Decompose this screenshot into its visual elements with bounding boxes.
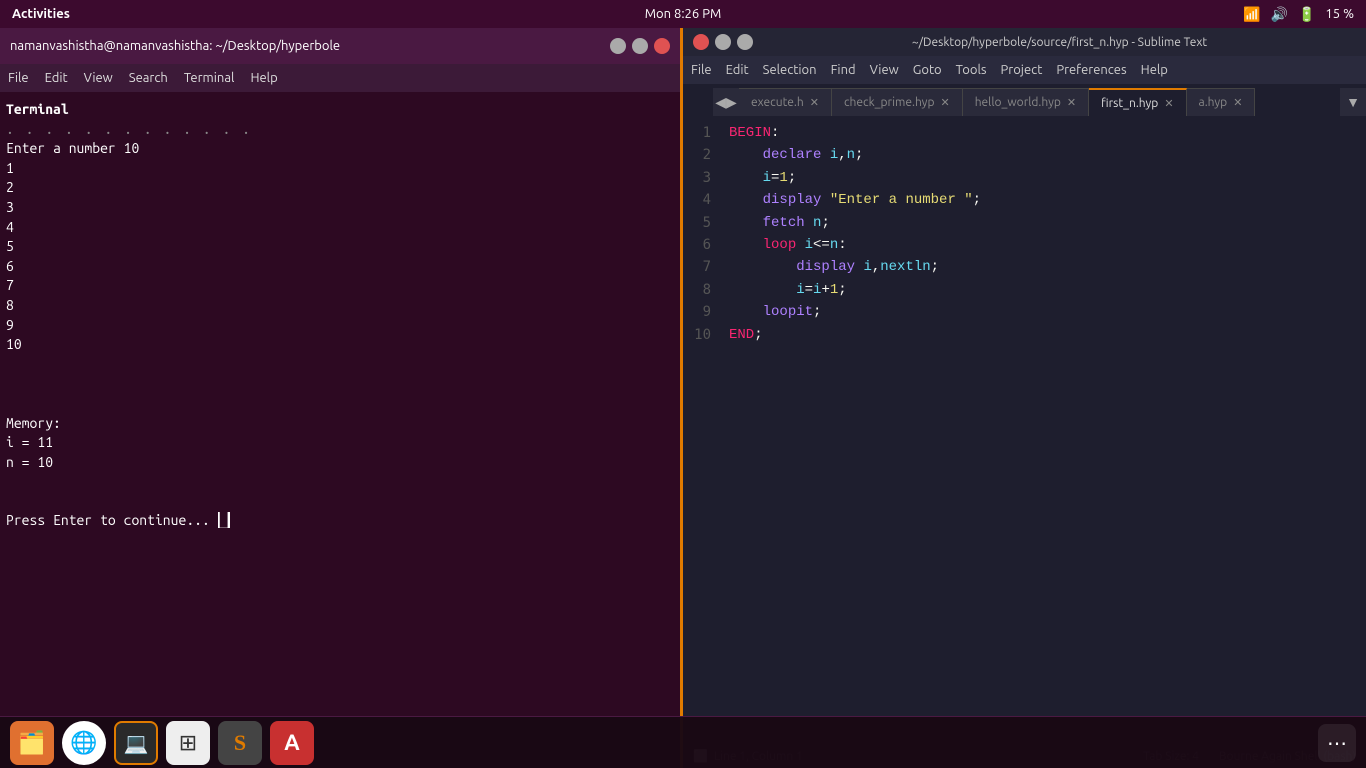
sublime-menu-selection[interactable]: Selection (763, 63, 817, 77)
code-line-1: BEGIN: (729, 122, 1356, 144)
terminal-press-enter: Press Enter to continue... █ (6, 511, 674, 531)
tab-a-hyp[interactable]: a.hyp ✕ (1187, 88, 1256, 116)
tab-close-execute-h[interactable]: ✕ (810, 96, 819, 109)
battery-label: 15 % (1325, 7, 1354, 21)
code-line-9: loopit; (729, 301, 1356, 323)
terminal-output-line-3: 3 (6, 198, 674, 218)
terminal-dotted-line: . . . . . . . . . . . . . (6, 120, 674, 140)
code-line-4: display "Enter a number "; (729, 189, 1356, 211)
taskbar-app-mosaic[interactable]: ⊞ (166, 721, 210, 765)
terminal-memory-i: i = 11 (6, 433, 674, 453)
sublime-menu-tools[interactable]: Tools (956, 63, 987, 77)
terminal-output-line-7: 7 (6, 276, 674, 296)
system-clock: Mon 8:26 PM (645, 7, 722, 21)
sublime-window: ~/Desktop/hyperbole/source/first_n.hyp -… (683, 28, 1366, 768)
sublime-menu-find[interactable]: Find (831, 63, 856, 77)
sublime-min-button[interactable] (715, 34, 731, 50)
sublime-editor: 1 2 3 4 5 6 7 8 9 10 BEGIN: declare i,n;… (683, 116, 1366, 744)
taskbar-grid-button[interactable]: ⋯ (1318, 724, 1356, 762)
activities-button[interactable]: Activities (12, 7, 70, 21)
tab-close-check-prime[interactable]: ✕ (940, 96, 949, 109)
tab-execute-h[interactable]: execute.h ✕ (739, 88, 832, 116)
tab-check-prime[interactable]: check_prime.hyp ✕ (832, 88, 963, 116)
terminal-output-line-5: 5 (6, 237, 674, 257)
code-line-6: loop i<=n: (729, 234, 1356, 256)
terminal-menubar: File Edit View Search Terminal Help (0, 64, 680, 92)
line-numbers: 1 2 3 4 5 6 7 8 9 10 (683, 116, 719, 744)
sublime-title-bar: ~/Desktop/hyperbole/source/first_n.hyp -… (683, 28, 1366, 56)
terminal-title-bar: namanvashistha@namanvashistha: ~/Desktop… (0, 28, 680, 64)
sublime-menu-project[interactable]: Project (1001, 63, 1043, 77)
sublime-title-text: ~/Desktop/hyperbole/source/first_n.hyp -… (763, 36, 1356, 49)
tab-close-a-hyp[interactable]: ✕ (1233, 96, 1242, 109)
code-line-5: fetch n; (729, 212, 1356, 234)
tab-scroll-right[interactable]: ▼ (1340, 88, 1366, 116)
code-area[interactable]: BEGIN: declare i,n; i=1; display "Enter … (719, 116, 1366, 744)
terminal-menu-search[interactable]: Search (129, 71, 168, 85)
terminal-menu-file[interactable]: File (8, 71, 29, 85)
wifi-icon: 📶 (1243, 6, 1260, 23)
terminal-output-line-0: Enter a number 10 (6, 139, 674, 159)
tab-scroll-left[interactable]: ◀▶ (713, 88, 739, 116)
maximize-button[interactable] (632, 38, 648, 54)
terminal-output-line-4: 4 (6, 218, 674, 238)
terminal-output-line-1: 1 (6, 159, 674, 179)
minimize-button[interactable] (610, 38, 626, 54)
terminal-output-line-9: 9 (6, 316, 674, 336)
sublime-max-button[interactable] (737, 34, 753, 50)
terminal-output-line-2: 2 (6, 178, 674, 198)
taskbar-app-files[interactable]: 🗂️ (10, 721, 54, 765)
terminal-output-line-6: 6 (6, 257, 674, 277)
terminal-output-line-8: 8 (6, 296, 674, 316)
code-line-3: i=1; (729, 167, 1356, 189)
taskbar-app-terminal[interactable]: 💻 (114, 721, 158, 765)
sublime-menu-view[interactable]: View (870, 63, 899, 77)
taskbar-app-text-editor[interactable]: A (270, 721, 314, 765)
code-line-8: i=i+1; (729, 279, 1356, 301)
tab-close-first-n[interactable]: ✕ (1164, 97, 1173, 110)
taskbar-app-chrome[interactable]: 🌐 (62, 721, 106, 765)
battery-icon: 🔋 (1298, 6, 1315, 23)
sublime-menu-goto[interactable]: Goto (913, 63, 942, 77)
close-button[interactable] (654, 38, 670, 54)
code-line-7: display i,nextln; (729, 256, 1356, 278)
code-line-2: declare i,n; (729, 144, 1356, 166)
taskbar-apps: 🗂️ 🌐 💻 ⊞ S A (10, 721, 314, 765)
terminal-content[interactable]: Terminal . . . . . . . . . . . . . Enter… (0, 92, 680, 768)
terminal-menu-terminal[interactable]: Terminal (184, 71, 235, 85)
sublime-menubar: File Edit Selection Find View Goto Tools… (683, 56, 1366, 84)
taskbar: 🗂️ 🌐 💻 ⊞ S A ⋯ (0, 716, 1366, 768)
terminal-window: namanvashistha@namanvashistha: ~/Desktop… (0, 28, 683, 768)
tab-hello-world[interactable]: hello_world.hyp ✕ (963, 88, 1089, 116)
tab-first-n[interactable]: first_n.hyp ✕ (1089, 88, 1186, 116)
terminal-header-label: Terminal (6, 100, 674, 120)
code-line-10: END; (729, 324, 1356, 346)
sublime-menu-file[interactable]: File (691, 63, 712, 77)
sublime-tabs: ◀▶ execute.h ✕ check_prime.hyp ✕ hello_w… (683, 84, 1366, 116)
system-bar: Activities Mon 8:26 PM 📶 🔊 🔋 15 % (0, 0, 1366, 28)
taskbar-app-sublime[interactable]: S (218, 721, 262, 765)
sublime-close-button[interactable] (693, 34, 709, 50)
terminal-memory-header: Memory: (6, 414, 674, 434)
terminal-menu-help[interactable]: Help (250, 71, 277, 85)
sublime-menu-preferences[interactable]: Preferences (1056, 63, 1126, 77)
terminal-output-line-10: 10 (6, 335, 674, 355)
terminal-menu-edit[interactable]: Edit (45, 71, 68, 85)
sublime-menu-help[interactable]: Help (1141, 63, 1168, 77)
terminal-memory-n: n = 10 (6, 453, 674, 473)
sublime-menu-edit[interactable]: Edit (726, 63, 749, 77)
tab-close-hello-world[interactable]: ✕ (1067, 96, 1076, 109)
volume-icon: 🔊 (1271, 6, 1288, 23)
terminal-title-text: namanvashistha@namanvashistha: ~/Desktop… (10, 39, 340, 53)
terminal-menu-view[interactable]: View (84, 71, 113, 85)
